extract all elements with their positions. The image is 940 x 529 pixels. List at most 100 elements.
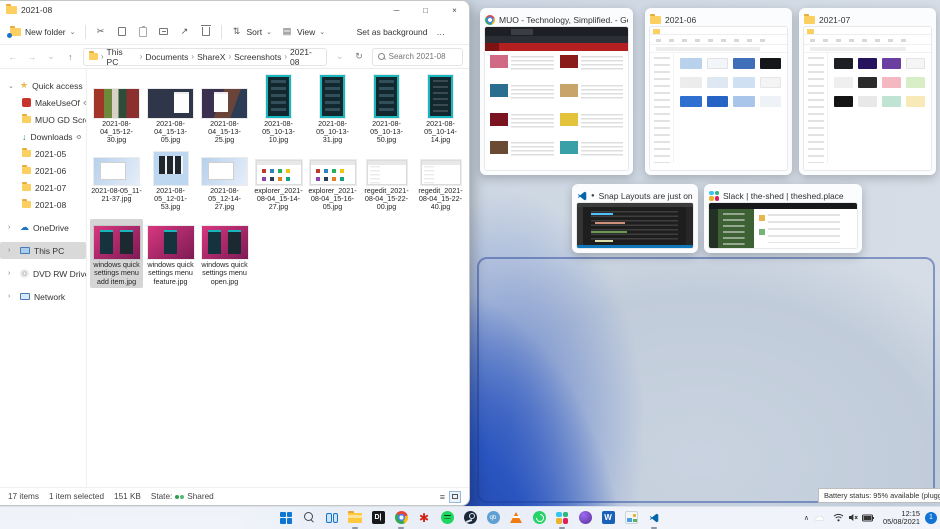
site-nav-bar — [485, 43, 628, 51]
file-tile[interactable]: 2021-08-05_10-13-31.jpg — [306, 71, 359, 147]
file-tile[interactable]: 2021-08-05_10-14-14.jpg — [414, 71, 467, 147]
file-thumbnail — [309, 159, 356, 185]
breadcrumb-screenshots[interactable]: Screenshots — [234, 52, 281, 62]
delete-button[interactable] — [200, 25, 212, 38]
file-tile[interactable]: regedit_2021-08-04_15-22-40.jpg — [414, 153, 467, 214]
file-tile[interactable]: windows quick settings menu open.jpg — [198, 219, 251, 288]
forward-button[interactable]: → — [25, 52, 38, 62]
file-thumbnail — [147, 226, 194, 260]
up-button[interactable]: ↑ — [64, 52, 77, 62]
file-thumbnail — [266, 75, 291, 118]
cut-button[interactable]: ✂ — [95, 26, 107, 38]
sidebar-item-2021-05[interactable]: 2021-05 — [0, 145, 86, 162]
copy-button[interactable] — [116, 25, 131, 38]
taskbar-word[interactable]: W — [600, 510, 616, 526]
red-star-app-icon: ✱ — [418, 510, 430, 525]
notification-badge[interactable]: 1 — [925, 511, 937, 524]
tray-overflow-button[interactable]: ∧ — [804, 514, 809, 522]
file-tile[interactable]: 2021-08-04_15-12-30.jpg — [90, 71, 143, 147]
recent-locations-button[interactable]: ⌄ — [44, 51, 57, 62]
snap-window-explorer-2021-06[interactable]: 2021-06 — [645, 8, 792, 175]
pin-icon — [83, 99, 86, 106]
search-input[interactable] — [388, 52, 457, 61]
taskbar-purple-app[interactable] — [577, 510, 593, 526]
refresh-button[interactable]: ↻ — [352, 51, 365, 62]
taskbar-vscode[interactable] — [646, 510, 662, 529]
taskbar-vlc[interactable] — [508, 510, 524, 526]
maximize-button[interactable]: □ — [411, 1, 440, 19]
set-as-background-button[interactable]: Set as background — [357, 27, 428, 37]
quick-settings-button[interactable] — [829, 511, 878, 524]
details-view-toggle[interactable]: ≡ — [440, 492, 445, 502]
file-tile[interactable]: 2021-08-05_12-01-53.jpg — [144, 151, 197, 214]
close-button[interactable]: × — [440, 1, 469, 19]
start-button[interactable] — [278, 510, 294, 526]
taskbar-di-app[interactable]: D| — [370, 510, 386, 526]
chevron-right-icon: › — [8, 270, 11, 277]
snap-window-slack[interactable]: Slack | the-shed | theshed.place — [704, 184, 862, 253]
snap-assist-empty-zone[interactable] — [477, 257, 935, 503]
clock[interactable]: 12:15 05/08/2021 — [883, 509, 920, 526]
chrome-icon — [394, 511, 408, 524]
snap-window-explorer-2021-07[interactable]: 2021-07 — [799, 8, 936, 175]
sidebar-item-dvd-drive[interactable]: › DVD RW Drive (D:) A — [0, 265, 86, 282]
taskbar-qbittorrent[interactable]: qb — [485, 510, 501, 526]
sort-button[interactable]: ⇅ Sort ⌄ — [231, 26, 272, 38]
new-folder-button[interactable]: New folder ⌄ — [7, 25, 76, 38]
breadcrumb-this-pc[interactable]: This PC — [107, 47, 137, 67]
back-button[interactable]: ← — [6, 52, 19, 62]
file-tile[interactable]: 2021-08-04_15-13-25.jpg — [198, 71, 251, 147]
share-button[interactable]: ↗ — [179, 26, 191, 38]
file-tile[interactable]: 2021-08-05_10-13-10.jpg — [252, 71, 305, 147]
file-tile[interactable]: 2021-08-04_15-13-05.jpg — [144, 71, 197, 147]
taskbar-file-explorer[interactable] — [347, 510, 363, 529]
breadcrumb-documents[interactable]: Documents — [145, 52, 188, 62]
sidebar-item-2021-06[interactable]: 2021-06 — [0, 162, 86, 179]
sidebar-item-makeuseof[interactable]: MakeUseOf — [0, 94, 86, 111]
file-tile[interactable]: explorer_2021-08-04_15-16-05.jpg — [306, 153, 359, 214]
rename-button[interactable] — [158, 26, 170, 38]
volume-muted-icon — [849, 514, 858, 521]
taskbar-whatsapp[interactable] — [531, 510, 547, 526]
view-button[interactable]: ▤ View ⌄ — [281, 26, 325, 38]
file-tile[interactable]: regedit_2021-08-04_15-22-00.jpg — [360, 153, 413, 214]
tray-date: 05/08/2021 — [883, 516, 920, 526]
minimize-button[interactable]: ─ — [382, 1, 411, 19]
file-tile[interactable]: 2021-08-05_11-21-37.jpg — [90, 153, 143, 214]
taskbar-search-button[interactable] — [301, 510, 317, 526]
breadcrumb[interactable]: › This PC › Documents › ShareX › Screens… — [82, 47, 328, 67]
taskbar-photos-app[interactable] — [623, 510, 639, 526]
snap-window-chrome-muo[interactable]: MUO - Technology, Simplified. - Goog... — [480, 8, 633, 175]
file-tile[interactable]: 2021-08-05_12-14-27.jpg — [198, 153, 251, 214]
sidebar-item-2021-07[interactable]: 2021-07 — [0, 179, 86, 196]
sidebar-item-muo-gd-screen[interactable]: MUO GD Scree — [0, 111, 86, 128]
file-tile[interactable]: windows quick settings menu feature.jpg — [144, 219, 197, 288]
breadcrumb-current[interactable]: 2021-08 — [290, 47, 321, 67]
divider — [220, 24, 222, 39]
sidebar-item-quick-access[interactable]: ⌄ ★ Quick access — [0, 77, 86, 94]
breadcrumb-sharex[interactable]: ShareX — [197, 52, 225, 62]
sidebar-item-network[interactable]: › Network — [0, 288, 86, 305]
taskbar-spotify[interactable] — [439, 510, 455, 526]
paste-button[interactable] — [137, 25, 149, 38]
taskbar-red-star-app[interactable]: ✱ — [416, 510, 432, 526]
task-view-button[interactable] — [324, 510, 340, 526]
sidebar-item-downloads[interactable]: ↓ Downloads — [0, 128, 86, 145]
wifi-icon — [833, 513, 844, 522]
file-tile[interactable]: explorer_2021-08-04_15-14-27.jpg — [252, 153, 305, 214]
selection-count: 1 item selected — [48, 492, 105, 501]
onedrive-tray-icon[interactable]: ☁ — [814, 512, 824, 523]
taskbar-steam[interactable] — [462, 510, 478, 526]
taskbar-chrome[interactable] — [393, 510, 409, 529]
file-tile[interactable]: 2021-08-05_10-13-50.jpg — [360, 71, 413, 147]
taskbar-slack[interactable] — [554, 510, 570, 529]
more-options-button[interactable]: … — [437, 27, 446, 37]
sidebar-item-onedrive[interactable]: › ☁ OneDrive — [0, 219, 86, 236]
sidebar-item-this-pc[interactable]: › This PC — [0, 242, 86, 259]
snap-window-vscode[interactable]: ● Snap Layouts are just one of... — [572, 184, 698, 253]
address-dropdown-button[interactable]: ⌄ — [333, 51, 346, 62]
large-icons-view-toggle[interactable] — [449, 490, 461, 503]
sidebar-item-2021-08[interactable]: 2021-08 — [0, 196, 86, 213]
folder-icon — [22, 148, 31, 157]
file-tile-selected[interactable]: windows quick settings menu add item.jpg — [90, 219, 143, 288]
